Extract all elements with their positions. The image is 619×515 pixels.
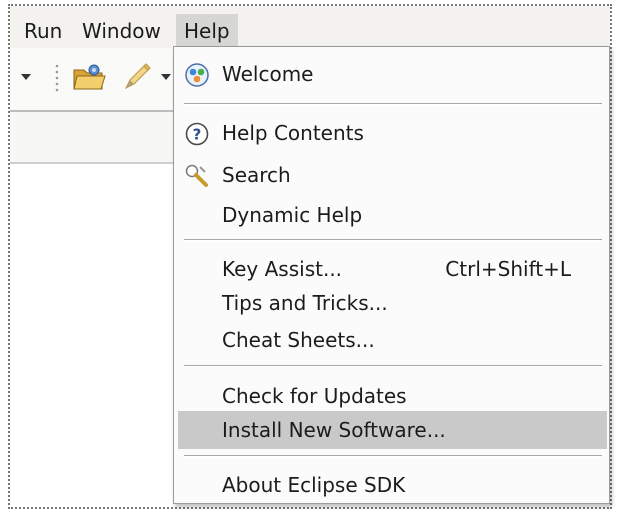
- menu-item-cheat-sheets[interactable]: Cheat Sheets...: [178, 321, 607, 359]
- toolbar-grip-icon: [55, 64, 59, 92]
- menu-separator: [184, 239, 602, 241]
- help-question-icon: ?: [185, 122, 209, 146]
- menu-item-install-new-software[interactable]: Install New Software...: [178, 411, 607, 449]
- menu-item-label: Dynamic Help: [222, 203, 363, 227]
- menu-item-welcome[interactable]: Welcome: [178, 55, 607, 93]
- menu-help[interactable]: Help: [176, 14, 238, 48]
- menu-bar: Run Window Help: [10, 6, 610, 48]
- shortcut-label: Ctrl+Shift+L: [445, 257, 571, 281]
- menu-item-dynamic-help[interactable]: Dynamic Help: [178, 196, 607, 234]
- menu-item-label: Welcome: [222, 62, 314, 86]
- menu-item-about[interactable]: About Eclipse SDK: [178, 466, 607, 504]
- menu-item-key-assist[interactable]: Key Assist... Ctrl+Shift+L: [178, 250, 607, 288]
- menu-item-label: Tips and Tricks...: [222, 291, 388, 315]
- menu-item-label: Help Contents: [222, 121, 364, 145]
- pencil-tool-icon[interactable]: [120, 60, 152, 94]
- menu-run[interactable]: Run: [16, 14, 70, 48]
- menu-item-label: Cheat Sheets...: [222, 328, 375, 352]
- menu-item-help-contents[interactable]: ? Help Contents: [178, 114, 607, 152]
- menu-item-tips-and-tricks[interactable]: Tips and Tricks...: [178, 284, 607, 322]
- welcome-icon: [185, 63, 209, 87]
- menu-item-label: About Eclipse SDK: [222, 473, 406, 497]
- help-menu-dropdown: Welcome ? Help Contents Search Dynamic H…: [173, 46, 610, 504]
- search-flashlight-icon: [185, 164, 208, 187]
- menu-item-search[interactable]: Search: [178, 156, 607, 194]
- menu-item-check-for-updates[interactable]: Check for Updates: [178, 377, 607, 415]
- menu-item-label: Key Assist...: [222, 257, 343, 281]
- menu-separator: [184, 103, 602, 105]
- dropdown-arrow-icon[interactable]: [160, 72, 172, 82]
- menu-separator: [184, 455, 602, 457]
- menu-window[interactable]: Window: [74, 14, 169, 48]
- dropdown-arrow-icon[interactable]: [20, 72, 32, 82]
- menu-separator: [184, 365, 602, 367]
- svg-text:?: ?: [193, 126, 202, 144]
- menu-item-label: Search: [222, 163, 291, 187]
- menu-item-label: Check for Updates: [222, 384, 407, 408]
- open-folder-icon[interactable]: [72, 62, 106, 92]
- menu-item-label: Install New Software...: [222, 418, 446, 442]
- toolbar-secondary: [10, 112, 175, 164]
